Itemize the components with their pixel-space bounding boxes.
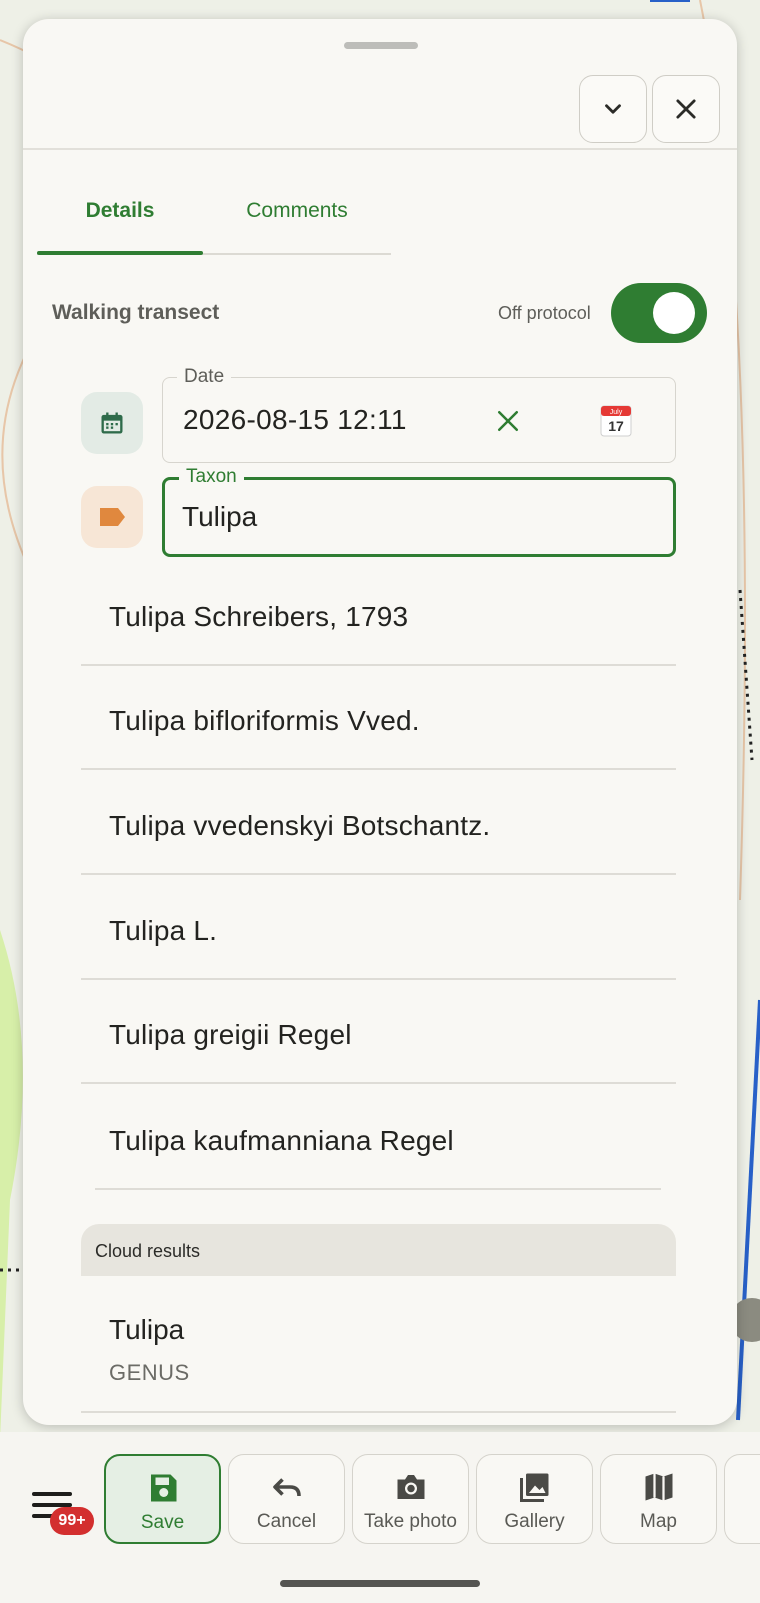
take-photo-button-label: Take photo (364, 1511, 457, 1532)
off-protocol-label: Off protocol (498, 303, 591, 323)
cancel-button-label: Cancel (256, 1511, 317, 1532)
clear-icon[interactable] (493, 406, 523, 436)
suggestion-item[interactable]: Tulipa kaufmanniana Regel (81, 1089, 676, 1193)
taxon-field[interactable]: Taxon (162, 466, 676, 557)
take-photo-button[interactable]: Take photo (352, 1454, 469, 1544)
suggestion-divider (81, 1082, 676, 1084)
suggestion-divider (81, 664, 676, 666)
camera-icon (397, 1475, 424, 1499)
taxon-field-label: Taxon (179, 466, 244, 488)
suggestion-divider (95, 1188, 661, 1190)
date-field-label: Date (177, 366, 232, 388)
suggestion-divider (81, 768, 676, 770)
close-icon (676, 99, 696, 119)
date-value: 2026-08-15 12:11 (183, 404, 407, 435)
save-icon (150, 1474, 176, 1502)
suggestion-item[interactable]: Tulipa vvedenskyi Botschantz. (81, 774, 676, 878)
cloud-result-item[interactable]: Tulipa GENUS (81, 1276, 676, 1418)
drag-handle[interactable] (344, 42, 418, 49)
save-button[interactable]: Save (104, 1454, 221, 1544)
suggestion-divider (81, 978, 676, 980)
hamburger-icon (32, 1492, 72, 1496)
protocol-title: Walking transect (52, 301, 220, 324)
gallery-icon (519, 1473, 548, 1502)
off-protocol-toggle[interactable] (611, 283, 707, 343)
cancel-button[interactable]: Cancel (228, 1454, 345, 1544)
map-button-label: Map (640, 1511, 677, 1532)
gallery-button-label: Gallery (504, 1511, 565, 1532)
calendar-day-text: 17 (608, 418, 624, 434)
menu-button[interactable]: 99+ (30, 1486, 94, 1535)
undo-icon (272, 1478, 301, 1497)
save-button-label: Save (140, 1512, 185, 1533)
calendar-month-text: July (610, 409, 623, 416)
cloud-result-name: Tulipa (109, 1314, 185, 1345)
close-button[interactable] (652, 75, 720, 143)
observation-sheet: Details Comments Walking transect Off pr… (23, 19, 737, 1425)
taxon-input[interactable] (182, 498, 652, 536)
notification-badge: 99+ (50, 1507, 94, 1535)
date-field-icon (81, 392, 143, 454)
date-field[interactable]: Date 2026-08-15 12:11 July 17 (162, 366, 676, 463)
taxon-field-icon (81, 486, 143, 548)
map-button[interactable]: Map (600, 1454, 717, 1544)
gallery-button[interactable]: Gallery (476, 1454, 593, 1544)
cloud-result-rank: GENUS (109, 1360, 190, 1385)
suggestion-item[interactable]: Tulipa bifloriformis Vved. (81, 669, 676, 773)
cloud-results-header: Cloud results (81, 1224, 676, 1276)
bottom-action-bar: 99+ Save Cancel Take photo Gallery Map (0, 1432, 760, 1603)
tag-icon (100, 508, 125, 526)
toggle-knob (653, 292, 695, 334)
active-tab-indicator (37, 251, 203, 255)
tab-details[interactable]: Details (37, 171, 203, 255)
header-divider (23, 148, 737, 150)
suggestion-item[interactable]: Tulipa Schreibers, 1793 (81, 565, 676, 669)
tab-comments[interactable]: Comments (203, 171, 391, 255)
suggestion-item[interactable]: Tulipa greigii Regel (81, 983, 676, 1087)
home-indicator (280, 1580, 480, 1587)
calendar-icon (101, 412, 123, 434)
collapse-button[interactable] (579, 75, 647, 143)
calendar-picker-icon[interactable]: July 17 (599, 402, 633, 438)
suggestion-divider (81, 873, 676, 875)
more-action-button[interactable] (724, 1454, 760, 1544)
suggestion-item[interactable]: Tulipa L. (81, 879, 676, 983)
cloud-result-divider (81, 1411, 676, 1413)
tab-bar: Details Comments (37, 171, 391, 257)
map-icon (645, 1473, 672, 1501)
chevron-down-icon (605, 104, 621, 114)
